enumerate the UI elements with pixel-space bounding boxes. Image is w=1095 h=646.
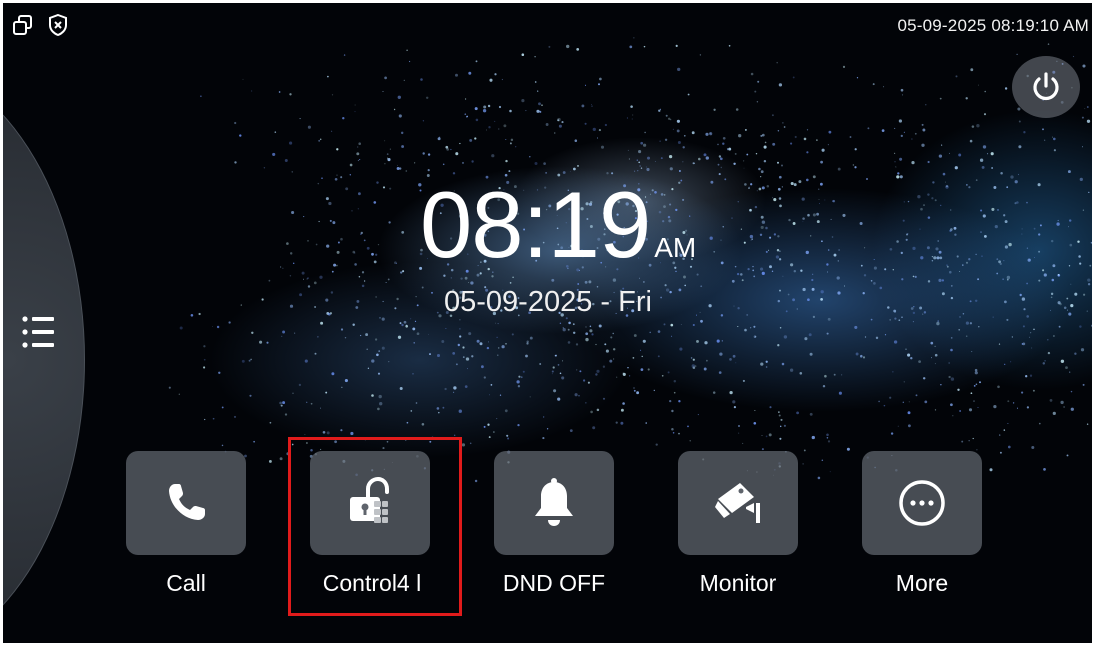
more-button[interactable] bbox=[862, 451, 982, 555]
highlight-annotation bbox=[288, 437, 462, 616]
list-menu-icon[interactable] bbox=[20, 315, 56, 349]
camera-icon bbox=[715, 483, 760, 523]
monitor-button[interactable] bbox=[678, 451, 798, 555]
dnd-toggle-button[interactable] bbox=[494, 451, 614, 555]
clock-date: 05-09-2025 - Fri bbox=[444, 286, 652, 318]
more-icon bbox=[899, 480, 945, 526]
home-screen: 05-09-2025 08:19:10 AM 08:19 AM 05-09-202… bbox=[0, 0, 1095, 646]
monitor-label: Monitor bbox=[699, 570, 777, 596]
call-button[interactable] bbox=[126, 451, 246, 555]
status-bar: 05-09-2025 08:19:10 AM bbox=[0, 0, 1095, 48]
status-datetime: 05-09-2025 08:19:10 AM bbox=[897, 16, 1089, 35]
power-button[interactable] bbox=[1012, 56, 1080, 118]
call-label: Call bbox=[166, 570, 206, 596]
dnd-label: DND OFF bbox=[502, 570, 606, 596]
clock-time: 08:19 bbox=[420, 172, 651, 277]
shield-close-icon bbox=[49, 14, 67, 36]
window-restore-icon bbox=[13, 15, 32, 35]
bell-icon bbox=[535, 478, 573, 526]
clock-ampm: AM bbox=[654, 232, 697, 263]
power-icon bbox=[1033, 72, 1059, 101]
clock: 08:19 AM bbox=[420, 178, 696, 278]
more-label: More bbox=[895, 570, 949, 596]
phone-icon bbox=[169, 484, 205, 520]
